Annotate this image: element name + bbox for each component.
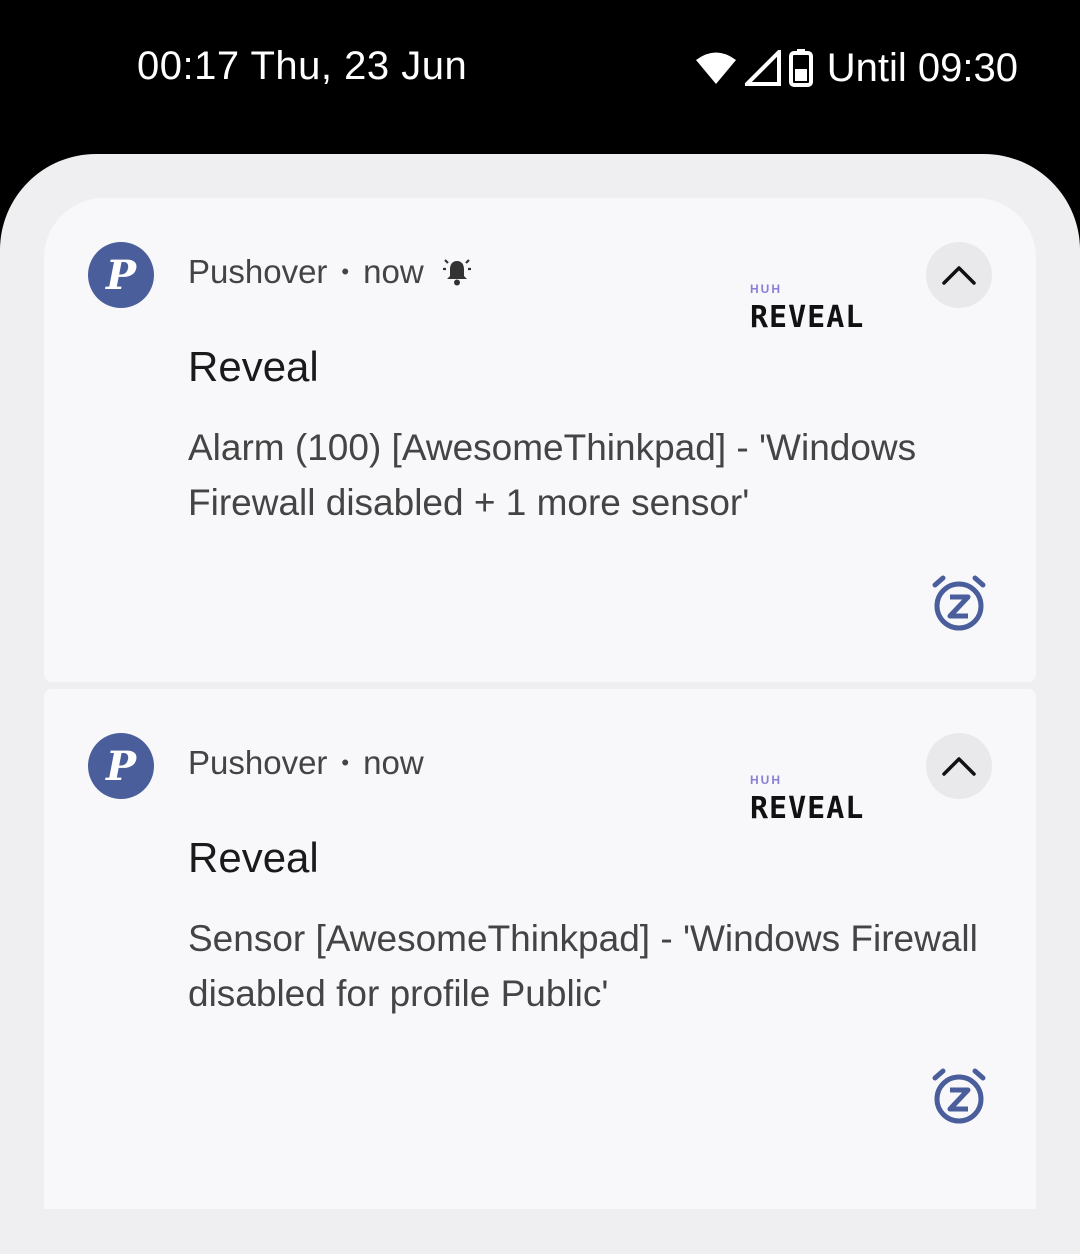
notification-card[interactable]: P Pushover • now HUH REVEAL Reveal Senso…: [44, 689, 1036, 1209]
notification-header: Pushover • now: [188, 744, 424, 782]
collapse-button[interactable]: [926, 242, 992, 308]
app-name: Pushover: [188, 744, 328, 781]
notification-title: Reveal: [188, 834, 319, 881]
wifi-icon: [695, 51, 737, 85]
snooze-icon: [932, 1068, 986, 1124]
app-name: Pushover: [188, 253, 328, 290]
notification-header: Pushover • now: [188, 253, 472, 291]
notification-time: now: [363, 744, 424, 781]
notification-time: now: [363, 253, 424, 290]
pushover-app-icon: P: [88, 733, 154, 799]
cell-signal-icon: [744, 50, 781, 86]
notification-body: Sensor [AwesomeThinkpad] - 'Windows Fire…: [188, 918, 978, 1014]
chevron-up-icon: [942, 757, 976, 776]
battery-text: Until 09:30: [826, 45, 1018, 90]
chevron-up-icon: [942, 266, 976, 285]
separator: •: [341, 259, 350, 284]
status-bar: 00:17 Thu, 23 Jun Until 09:30: [0, 0, 1080, 150]
status-time: 00:17 Thu, 23 Jun: [137, 44, 468, 88]
notification-thumbnail: HUH REVEAL: [750, 282, 865, 335]
snooze-button[interactable]: [932, 575, 986, 633]
snooze-button[interactable]: [932, 1068, 986, 1126]
pushover-app-icon: P: [88, 242, 154, 308]
status-icons: Until 09:30: [695, 44, 1018, 92]
notification-card[interactable]: P Pushover • now HUH REVEAL Reveal Alarm…: [44, 198, 1036, 682]
snooze-icon: [932, 575, 986, 631]
notification-title: Reveal: [188, 343, 319, 390]
notification-body: Alarm (100) [AwesomeThinkpad] - 'Windows…: [188, 427, 917, 523]
separator: •: [341, 750, 350, 775]
battery-icon: [788, 49, 813, 87]
notification-thumbnail: HUH REVEAL: [750, 773, 865, 826]
alerting-bell-icon: [442, 257, 472, 287]
collapse-button[interactable]: [926, 733, 992, 799]
